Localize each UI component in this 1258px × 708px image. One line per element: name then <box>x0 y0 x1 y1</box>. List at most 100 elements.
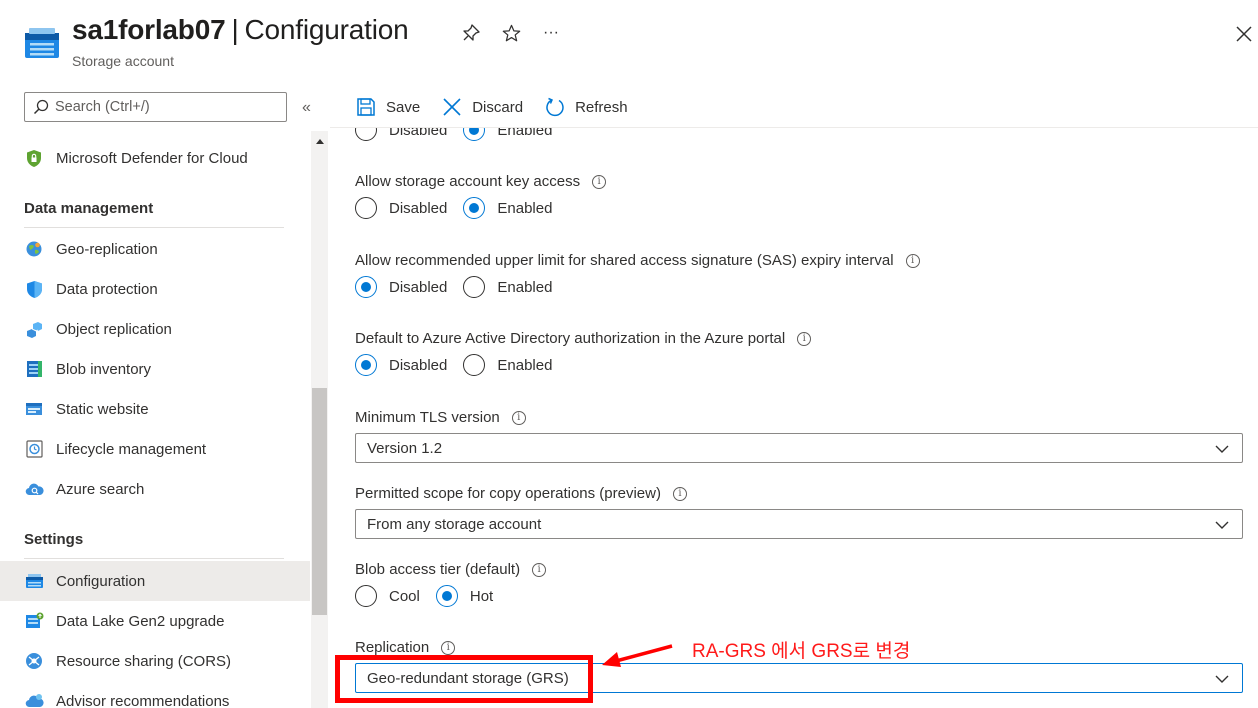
radio-circle <box>435 585 458 607</box>
partial-disabled-radio[interactable]: Disabled <box>355 128 447 141</box>
radio-circle <box>463 197 486 219</box>
sidebar-item-azure-search[interactable]: Azure search <box>0 469 310 509</box>
replication-label: Replication i <box>355 639 456 656</box>
radio-circle <box>355 197 377 219</box>
info-icon[interactable]: i <box>905 253 920 268</box>
save-button[interactable]: Save <box>356 97 420 117</box>
discard-button[interactable]: Discard <box>442 97 523 117</box>
sidebar-item-data-lake-upgrade[interactable]: Data Lake Gen2 upgrade <box>0 601 310 641</box>
sidebar-item-static-website[interactable]: Static website <box>0 389 310 429</box>
sas-limit-label: Allow recommended upper limit for shared… <box>355 252 920 269</box>
sidebar-item-geo-replication[interactable]: Geo-replication <box>0 229 310 269</box>
sidebar-item-label: Object replication <box>56 320 172 338</box>
shield-icon <box>24 279 44 299</box>
save-icon <box>357 98 375 116</box>
chevron-down-icon <box>1215 675 1229 683</box>
partial-enabled-radio[interactable]: Enabled <box>463 128 552 141</box>
pin-button[interactable] <box>460 22 482 44</box>
collapse-icon: « <box>302 99 311 116</box>
save-label: Save <box>386 98 421 116</box>
field-label: Blob access tier (default) <box>355 561 521 578</box>
tls-label: Minimum TLS version i <box>355 409 526 426</box>
aad-default-label: Default to Azure Active Directory author… <box>355 330 812 347</box>
info-icon[interactable]: i <box>532 562 547 577</box>
key-access-enabled-radio[interactable]: Enabled <box>463 197 552 219</box>
radio-label: Disabled <box>389 199 448 217</box>
close-button[interactable] <box>1232 22 1256 46</box>
sidebar-item-label: Microsoft Defender for Cloud <box>56 149 248 167</box>
sidebar-item-label: Data protection <box>56 280 158 298</box>
access-tier-hot-radio[interactable]: Hot <box>435 585 493 607</box>
aad-default-enabled-radio[interactable]: Enabled <box>463 354 552 376</box>
radio-label: Disabled <box>389 128 448 139</box>
triangle-up-icon <box>315 139 324 144</box>
sidebar-item-label: Lifecycle management <box>56 440 207 458</box>
sidebar-item-advisor[interactable]: Advisor recommendations <box>0 681 310 708</box>
sidebar-item-object-replication[interactable]: Object replication <box>0 309 310 349</box>
more-button[interactable]: ··· <box>540 22 562 44</box>
section-divider <box>24 227 284 228</box>
scroll-up-arrow[interactable] <box>311 137 328 149</box>
sidebar-item-blob-inventory[interactable]: Blob inventory <box>0 349 310 389</box>
field-label: Default to Azure Active Directory author… <box>355 330 786 347</box>
annotation-arrow-icon <box>602 644 673 667</box>
globe-icon <box>24 239 44 259</box>
sidebar-item-cors[interactable]: Resource sharing (CORS) <box>0 641 310 681</box>
info-icon[interactable]: i <box>672 486 687 501</box>
menu-scrollbar[interactable] <box>311 131 328 708</box>
sidebar-item-lifecycle-management[interactable]: Lifecycle management <box>0 429 310 469</box>
refresh-label: Refresh <box>575 98 628 116</box>
access-tier-radios: Cool Hot <box>355 585 509 607</box>
radio-label: Disabled <box>389 278 448 296</box>
favorite-button[interactable] <box>500 22 522 44</box>
refresh-button[interactable]: Refresh <box>545 97 628 117</box>
dropdown-value: Version 1.2 <box>367 439 443 457</box>
tls-dropdown[interactable]: Version 1.2 <box>355 433 1243 463</box>
sas-limit-disabled-radio[interactable]: Disabled <box>355 276 447 298</box>
advisor-icon <box>24 691 44 708</box>
key-access-label: Allow storage account key access i <box>355 173 607 190</box>
copy-scope-label: Permitted scope for copy operations (pre… <box>355 485 687 502</box>
sidebar-item-data-protection[interactable]: Data protection <box>0 269 310 309</box>
sidebar-item-label: Data Lake Gen2 upgrade <box>56 612 225 630</box>
info-icon[interactable]: i <box>797 331 812 346</box>
section-title-settings: Settings <box>24 531 84 548</box>
partial-setting-radios: Disabled Enabled <box>355 128 568 141</box>
cors-icon <box>24 651 44 671</box>
data-lake-icon <box>24 611 44 631</box>
access-tier-cool-radio[interactable]: Cool <box>355 585 420 607</box>
radio-label: Cool <box>389 587 420 605</box>
aad-default-disabled-radio[interactable]: Disabled <box>355 354 447 376</box>
sidebar-item-configuration[interactable]: Configuration <box>0 561 310 601</box>
sidebar-item-label: Geo-replication <box>56 240 158 258</box>
title-separator: | <box>231 14 239 45</box>
refresh-icon <box>546 97 564 117</box>
page-subtitle: Storage account <box>72 53 174 69</box>
close-icon <box>1236 26 1252 42</box>
star-icon <box>502 24 520 41</box>
field-label: Replication <box>355 639 430 656</box>
sidebar-item-defender[interactable]: Microsoft Defender for Cloud <box>0 138 310 178</box>
shield-icon <box>24 148 44 168</box>
radio-circle <box>463 354 486 376</box>
cubes-icon <box>24 319 44 339</box>
pin-icon <box>463 24 480 41</box>
sas-limit-radios: Disabled Enabled <box>355 276 568 298</box>
more-icon: ··· <box>543 24 559 41</box>
copy-scope-dropdown[interactable]: From any storage account <box>355 509 1243 539</box>
sas-limit-enabled-radio[interactable]: Enabled <box>463 276 552 298</box>
radio-label: Enabled <box>497 128 553 139</box>
info-icon[interactable]: i <box>511 410 526 425</box>
key-access-disabled-radio[interactable]: Disabled <box>355 197 447 219</box>
inventory-icon <box>24 359 44 379</box>
cloud-search-icon <box>24 479 44 499</box>
search-input[interactable] <box>55 99 275 115</box>
field-label: Allow storage account key access <box>355 173 581 190</box>
annotation-highlight-box <box>335 655 593 703</box>
info-icon[interactable]: i <box>441 640 456 655</box>
info-icon[interactable]: i <box>592 174 607 189</box>
menu-search[interactable] <box>24 92 287 122</box>
scroll-thumb[interactable] <box>312 388 327 615</box>
resource-menu: « Microsoft Defender for Cloud Data mana… <box>0 86 330 708</box>
collapse-menu-button[interactable]: « <box>302 99 311 117</box>
